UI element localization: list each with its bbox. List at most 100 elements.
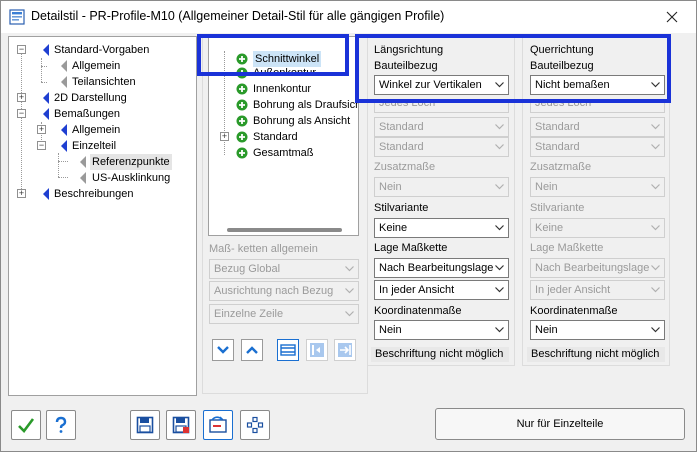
tree-item-label: Allgemein xyxy=(72,124,121,136)
tree-item-us-ausklinkung[interactable]: US-Ausklinkung xyxy=(15,170,195,186)
list-item-bohrung-draufsicht[interactable]: Bohrung als Draufsicht xyxy=(209,97,359,113)
laengs-beschriftung-status: Beschriftung nicht möglich xyxy=(371,347,509,362)
window-title: Detailstil - PR-Profile-M10 (Allgemeiner… xyxy=(31,9,445,23)
close-icon xyxy=(666,11,678,23)
tree-item-standard-vorgaben[interactable]: − Standard-Vorgaben xyxy=(15,42,195,58)
quer-stil-label: Stilvariante xyxy=(530,202,585,214)
save-button[interactable] xyxy=(130,410,160,440)
expand-icon[interactable]: + xyxy=(220,132,229,141)
quer-lage2-select: In jeder Ansicht xyxy=(530,280,665,300)
quer-lage-label: Lage Maßkette xyxy=(530,242,604,254)
chevron-down-icon xyxy=(495,327,504,333)
expand-icon[interactable]: + xyxy=(17,93,26,102)
help-button[interactable] xyxy=(46,410,76,440)
tree-item-label: Allgemein xyxy=(72,60,121,72)
laengs-stil-select[interactable]: Keine xyxy=(374,218,509,238)
align-width-button[interactable] xyxy=(277,339,299,361)
tree-item-label: Beschreibungen xyxy=(54,188,134,200)
collapse-icon[interactable]: − xyxy=(37,141,46,150)
flag-icon xyxy=(43,44,49,56)
plus-circle-icon xyxy=(236,147,248,159)
chevron-down-icon xyxy=(495,287,504,293)
flag-icon xyxy=(61,60,67,72)
tree-item-einzelteil[interactable]: − Einzelteil xyxy=(15,138,195,154)
chevron-down-icon xyxy=(345,288,354,294)
nur-fuer-einzelteile-button[interactable]: Nur für Einzelteile xyxy=(435,408,685,440)
expand-icon[interactable]: + xyxy=(37,125,46,134)
bezug-select: Bezug Global xyxy=(209,259,359,279)
flag-icon xyxy=(80,172,86,184)
quer-zusatz-value: Nein xyxy=(535,181,558,193)
list-item-innenkontur[interactable]: Innenkontur xyxy=(209,81,359,97)
laengs-zusatz-value: Nein xyxy=(379,181,402,193)
chevron-down-icon xyxy=(651,327,660,333)
quer-koord-value: Nein xyxy=(535,324,558,336)
tree-item-bemassungen[interactable]: − Bemaßungen xyxy=(15,106,195,122)
flag-icon xyxy=(61,124,67,136)
align-right-button xyxy=(334,339,356,361)
transfer-button[interactable] xyxy=(203,410,233,440)
question-icon xyxy=(55,416,67,433)
laengs-standard2-value: Standard xyxy=(379,141,424,153)
tree-item-label: Teilansichten xyxy=(72,76,136,88)
chevron-down-icon xyxy=(651,225,660,231)
arrow-right-icon xyxy=(338,343,352,357)
chevron-down-icon xyxy=(345,266,354,272)
chevron-down-icon xyxy=(651,144,660,150)
laengs-lage2-select[interactable]: In jeder Ansicht xyxy=(374,280,509,300)
tree-item-teilansichten[interactable]: Teilansichten xyxy=(15,74,195,90)
expand-icon[interactable]: + xyxy=(17,189,26,198)
save-as-icon xyxy=(172,416,190,434)
tree-item-2d-darstellung[interactable]: + 2D Darstellung xyxy=(15,90,195,106)
laengs-koord-select[interactable]: Nein xyxy=(374,320,509,340)
laengs-standard1-value: Standard xyxy=(379,121,424,133)
tree-item-referenzpunkte[interactable]: Referenzpunkte xyxy=(15,154,195,170)
flag-icon xyxy=(43,92,49,104)
list-item-gesamtmass[interactable]: Gesamtmaß xyxy=(209,145,359,161)
align-left-button xyxy=(306,339,328,361)
save-as-button[interactable] xyxy=(166,410,196,440)
list-item-label: Standard xyxy=(253,131,298,143)
laengs-zusatz-label: Zusatzmaße xyxy=(374,161,436,173)
close-button[interactable] xyxy=(657,4,687,30)
horizontal-scrollbar[interactable] xyxy=(227,228,342,232)
flag-icon xyxy=(61,76,67,88)
chevron-down-icon xyxy=(651,287,660,293)
tree-item-allgemein[interactable]: Allgemein xyxy=(15,58,195,74)
collapse-icon[interactable]: − xyxy=(17,45,26,54)
laengs-lage1-value: Nach Bearbeitungslage xyxy=(379,262,494,274)
plus-circle-icon xyxy=(236,115,248,127)
plus-circle-icon xyxy=(236,131,248,143)
bezug-select-value: Bezug Global xyxy=(214,263,281,275)
list-item-standard[interactable]: + Standard xyxy=(209,129,359,145)
ok-button[interactable] xyxy=(11,410,41,440)
structure-icon xyxy=(246,416,264,434)
move-up-button[interactable] xyxy=(241,339,263,361)
list-item-label: Innenkontur xyxy=(253,83,312,95)
tree-item-beschreibungen[interactable]: + Beschreibungen xyxy=(15,186,195,202)
quer-zusatz-label: Zusatzmaße xyxy=(530,161,592,173)
quer-koord-select[interactable]: Nein xyxy=(530,320,665,340)
tree-item-bemassungen-allgemein[interactable]: + Allgemein xyxy=(15,122,195,138)
chevron-down-icon xyxy=(495,144,504,150)
structure-button[interactable] xyxy=(240,410,270,440)
list-item-label: Gesamtmaß xyxy=(253,147,314,159)
chevron-down-icon xyxy=(345,311,354,317)
highlight-frame xyxy=(197,34,349,76)
highlight-frame xyxy=(355,34,671,103)
collapse-icon[interactable]: − xyxy=(17,109,26,118)
laengs-zusatz-select: Nein xyxy=(374,177,509,197)
laengs-stil-value: Keine xyxy=(379,222,408,234)
move-down-button[interactable] xyxy=(212,339,234,361)
quer-koord-label: Koordinatenmaße xyxy=(530,305,618,317)
laengs-lage1-select[interactable]: Nach Bearbeitungslage xyxy=(374,258,509,278)
settings-tree[interactable]: − Standard-Vorgaben Allgemein Teilansich… xyxy=(8,36,197,396)
transfer-icon xyxy=(209,416,227,433)
tree-item-label: Bemaßungen xyxy=(54,108,121,120)
ausrichtung-select-value: Ausrichtung nach Bezug xyxy=(214,285,334,297)
list-item-label: Bohrung als Ansicht xyxy=(253,115,351,127)
quer-zusatz-select: Nein xyxy=(530,177,665,197)
quer-lage2-value: In jeder Ansicht xyxy=(535,284,611,296)
chevron-down-icon xyxy=(217,346,229,354)
list-item-bohrung-ansicht[interactable]: Bohrung als Ansicht xyxy=(209,113,359,129)
